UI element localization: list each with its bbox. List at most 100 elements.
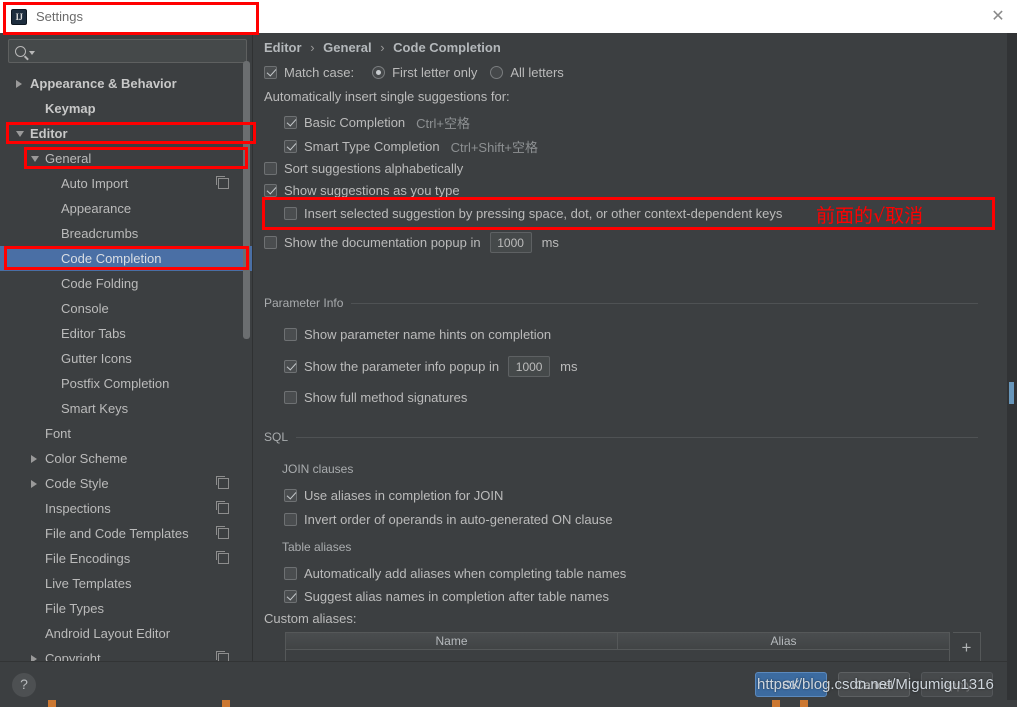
search-icon xyxy=(15,45,26,57)
chevron-right-icon[interactable] xyxy=(31,454,37,463)
use-aliases-join-label: Use aliases in completion for JOIN xyxy=(304,488,504,503)
annotation-text: 前面的√取消 xyxy=(816,205,924,227)
sidebar-item-label: Smart Keys xyxy=(61,401,129,416)
sidebar-item-file-encodings[interactable]: File Encodings xyxy=(0,546,252,571)
suggest-alias-names-checkbox[interactable] xyxy=(284,590,297,603)
breadcrumb: Editor › General › Code Completion xyxy=(264,40,501,55)
sidebar-item-android-layout-editor[interactable]: Android Layout Editor xyxy=(0,621,252,646)
settings-dialog-screen: IJ Settings ✕ Appearance & Behavior Keyma… xyxy=(0,0,1017,707)
sidebar-item-postfix-completion[interactable]: Postfix Completion xyxy=(0,371,252,396)
sql-group-title: SQL xyxy=(264,430,289,444)
invert-operands-checkbox[interactable] xyxy=(284,513,297,526)
close-icon[interactable]: ✕ xyxy=(989,8,1007,26)
sidebar-item-breadcrumbs[interactable]: Breadcrumbs xyxy=(0,221,252,246)
sidebar-item-label: Editor Tabs xyxy=(61,326,126,341)
param-info-delay-input[interactable]: 1000 xyxy=(508,356,551,377)
show-as-you-type-checkbox[interactable] xyxy=(264,184,277,197)
sidebar-item-file-and-code-templates[interactable]: File and Code Templates xyxy=(0,521,252,546)
sidebar-item-editor-tabs[interactable]: Editor Tabs xyxy=(0,321,252,346)
dialog-titlebar: IJ Settings ✕ xyxy=(0,0,1017,33)
doc-popup-row: Show the documentation popup in 1000 ms xyxy=(264,232,559,253)
sidebar-item-smart-keys[interactable]: Smart Keys xyxy=(0,396,252,421)
sidebar-item-label: Console xyxy=(61,301,109,316)
copy-settings-icon[interactable] xyxy=(216,476,229,489)
sidebar-scrollbar[interactable] xyxy=(243,61,250,339)
search-input[interactable] xyxy=(8,39,247,63)
group-divider xyxy=(351,302,978,304)
sidebar-item-live-templates[interactable]: Live Templates xyxy=(0,571,252,596)
custom-aliases-label: Custom aliases: xyxy=(264,611,357,626)
match-case-label: Match case: xyxy=(284,65,355,80)
sidebar-item-auto-import[interactable]: Auto Import xyxy=(0,171,252,196)
suggest-alias-names-row: Suggest alias names in completion after … xyxy=(284,589,609,604)
sidebar-item-general[interactable]: General xyxy=(0,146,252,171)
intellij-idea-icon: IJ xyxy=(11,8,27,25)
sort-alphabetically-checkbox[interactable] xyxy=(264,162,277,175)
copy-settings-icon[interactable] xyxy=(216,526,229,539)
sidebar-item-label: Gutter Icons xyxy=(61,351,132,366)
use-aliases-join-checkbox[interactable] xyxy=(284,489,297,502)
settings-tree[interactable]: Appearance & Behavior Keymap Editor General… xyxy=(0,71,252,661)
sidebar-item-font[interactable]: Font xyxy=(0,421,252,446)
first-letter-only-radio[interactable] xyxy=(372,66,386,79)
auto-add-aliases-row: Automatically add aliases when completin… xyxy=(284,566,626,581)
group-divider xyxy=(296,436,978,438)
all-letters-label: All letters xyxy=(510,65,564,80)
basic-completion-label: Basic Completion xyxy=(304,115,406,130)
chevron-right-icon[interactable] xyxy=(31,479,37,488)
doc-popup-checkbox[interactable] xyxy=(264,236,277,249)
doc-popup-delay-input[interactable]: 1000 xyxy=(489,232,532,253)
smart-type-completion-checkbox[interactable] xyxy=(284,140,297,153)
copy-settings-icon[interactable] xyxy=(216,176,229,189)
breadcrumb-part-1[interactable]: General xyxy=(323,40,371,55)
watermark-text: https://blog.csdn.net/Migumigu1316 xyxy=(757,676,994,693)
chevron-down-icon[interactable] xyxy=(29,51,35,55)
column-header-name[interactable]: Name xyxy=(286,633,618,649)
sidebar-item-file-types[interactable]: File Types xyxy=(0,596,252,621)
sidebar-item-code-folding[interactable]: Code Folding xyxy=(0,271,252,296)
sidebar-item-copyright[interactable]: Copyright xyxy=(0,646,252,661)
chevron-down-icon[interactable] xyxy=(16,130,24,137)
param-info-popup-checkbox[interactable] xyxy=(284,360,297,373)
sidebar-item-inspections[interactable]: Inspections xyxy=(0,496,252,521)
sidebar-item-label: Auto Import xyxy=(61,176,129,191)
copy-settings-icon[interactable] xyxy=(216,551,229,564)
param-name-hints-checkbox[interactable] xyxy=(284,328,297,341)
breadcrumb-separator-icon: › xyxy=(310,40,315,55)
chevron-right-icon[interactable] xyxy=(16,79,22,88)
breadcrumb-part-0[interactable]: Editor xyxy=(264,40,302,55)
join-clauses-label: JOIN clauses xyxy=(282,462,354,476)
copy-settings-icon[interactable] xyxy=(216,501,229,514)
bottom-strip xyxy=(0,700,1017,707)
search-field-wrapper[interactable] xyxy=(8,39,247,63)
help-button[interactable]: ? xyxy=(12,673,36,697)
full-method-signatures-checkbox[interactable] xyxy=(284,391,297,404)
insert-selected-checkbox[interactable] xyxy=(284,207,297,220)
sidebar-item-gutter-icons[interactable]: Gutter Icons xyxy=(0,346,252,371)
table-header-row: Name Alias xyxy=(286,633,949,650)
sidebar-item-label: Live Templates xyxy=(45,576,132,591)
sidebar-item-code-completion[interactable]: Code Completion xyxy=(0,246,252,271)
chevron-down-icon[interactable] xyxy=(31,155,39,162)
sidebar-item-color-scheme[interactable]: Color Scheme xyxy=(0,446,252,471)
smart-type-completion-label: Smart Type Completion xyxy=(304,139,440,154)
copy-settings-icon[interactable] xyxy=(216,651,229,661)
show-as-you-type-row: Show suggestions as you type xyxy=(264,183,460,198)
all-letters-radio[interactable] xyxy=(490,66,504,79)
dialog-body: Appearance & Behavior Keymap Editor General… xyxy=(0,33,1007,707)
suggest-alias-names-label: Suggest alias names in completion after … xyxy=(304,589,609,604)
auto-add-aliases-checkbox[interactable] xyxy=(284,567,297,580)
parameter-info-group-title: Parameter Info xyxy=(264,296,344,310)
sidebar-item-label: General xyxy=(45,151,92,166)
column-header-alias[interactable]: Alias xyxy=(618,633,949,649)
sidebar-item-appearance[interactable]: Appearance xyxy=(0,196,252,221)
basic-completion-checkbox[interactable] xyxy=(284,116,297,129)
sidebar-item-code-style[interactable]: Code Style xyxy=(0,471,252,496)
sidebar-item-appearance-behavior[interactable]: Appearance & Behavior xyxy=(0,71,252,96)
dialog-title: Settings xyxy=(36,9,83,24)
match-case-checkbox[interactable] xyxy=(264,66,277,79)
sidebar-item-editor[interactable]: Editor xyxy=(0,121,252,146)
sidebar-item-keymap[interactable]: Keymap xyxy=(0,96,252,121)
sidebar-item-console[interactable]: Console xyxy=(0,296,252,321)
add-alias-button[interactable]: + xyxy=(953,633,980,663)
